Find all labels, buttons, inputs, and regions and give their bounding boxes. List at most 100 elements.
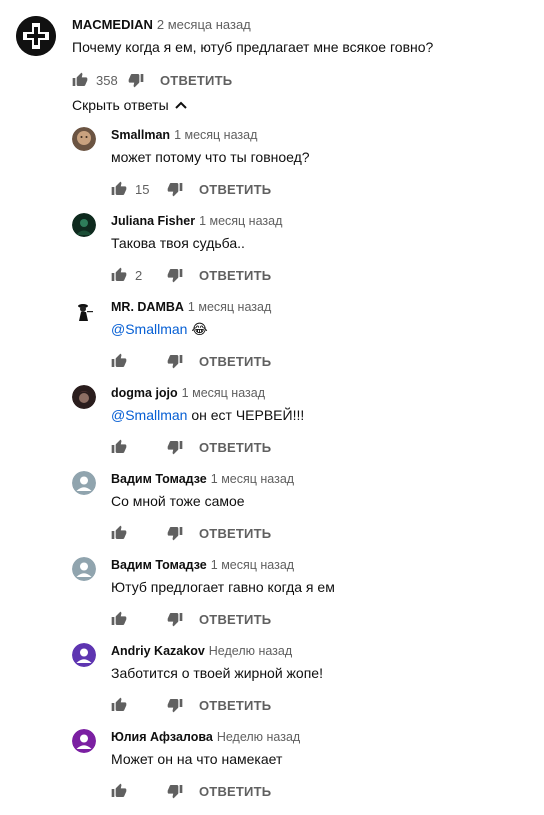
avatar[interactable] [72,213,96,237]
avatar[interactable] [72,471,96,495]
author-name[interactable]: Andriy Kazakov [111,644,205,658]
reply-button[interactable]: ОТВЕТИТЬ [199,784,271,799]
reply-button[interactable]: ОТВЕТИТЬ [199,182,271,197]
reply-item: Andriy Kazakov Неделю назад Заботится о т… [0,643,544,729]
user-photo-icon [72,213,96,237]
thumb-down-icon[interactable] [167,353,183,369]
comment-header: Вадим Томадзе 1 месяц назад [111,558,294,572]
timestamp[interactable]: Неделю назад [209,644,292,658]
avatar[interactable] [72,643,96,667]
reply-button[interactable]: ОТВЕТИТЬ [199,612,271,627]
thumb-down-icon[interactable] [167,525,183,541]
comment-text: Такова твоя судьба.. [111,235,245,251]
reply-item: MR. DAMBA 1 месяц назад @Smallman 😂 ОТВЕТ… [0,299,544,385]
thumb-up-icon[interactable] [111,697,127,713]
thumb-down-icon[interactable] [167,783,183,799]
comment-header: MR. DAMBA 1 месяц назад [111,300,271,314]
user-avatar-icon [72,471,96,495]
gamepad-cross-icon [16,16,56,56]
timestamp[interactable]: 1 месяц назад [199,214,282,228]
comment-header: Smallman 1 месяц назад [111,128,257,142]
comment-header: MACMEDIAN 2 месяца назад [72,17,251,32]
thumb-down-icon[interactable] [167,439,183,455]
timestamp[interactable]: Неделю назад [217,730,300,744]
user-avatar-icon [72,557,96,581]
reply-button[interactable]: ОТВЕТИТЬ [199,354,271,369]
reply-button[interactable]: ОТВЕТИТЬ [160,73,232,88]
thumb-down-icon[interactable] [167,267,183,283]
comment-actions: ОТВЕТИТЬ [111,782,271,800]
avatar[interactable] [72,729,96,753]
thumb-up-icon[interactable] [111,525,127,541]
like-count: 358 [96,72,118,88]
thumb-down-icon[interactable] [167,697,183,713]
comment-text: Со мной тоже самое [111,493,245,509]
author-name[interactable]: dogma jojo [111,386,178,400]
author-name[interactable]: MR. DAMBA [111,300,184,314]
timestamp[interactable]: 2 месяца назад [157,17,251,32]
reply-button[interactable]: ОТВЕТИТЬ [199,526,271,541]
comment-actions: ОТВЕТИТЬ [111,352,271,370]
comment-header: Вадим Томадзе 1 месяц назад [111,472,294,486]
comment-body: Может он на что намекает [111,751,283,767]
author-name[interactable]: Juliana Fisher [111,214,195,228]
author-name[interactable]: MACMEDIAN [72,17,153,32]
thumb-up-icon[interactable] [72,72,88,88]
thumb-down-icon[interactable] [167,611,183,627]
like-count: 15 [135,181,150,197]
thumb-up-icon[interactable] [111,783,127,799]
reply-item: Юлия Афзалова Неделю назад Может он на чт… [0,729,544,815]
timestamp[interactable]: 1 месяц назад [211,558,294,572]
thumb-down-icon[interactable] [128,72,144,88]
comment-header: Юлия Афзалова Неделю назад [111,730,300,744]
mention-link[interactable]: @Smallman [111,321,187,337]
reply-item: dogma jojo 1 месяц назад @Smallman он ест… [0,385,544,471]
thumb-up-icon[interactable] [111,439,127,455]
timestamp[interactable]: 1 месяц назад [211,472,294,486]
avatar[interactable] [72,127,96,151]
thumb-up-icon[interactable] [111,267,127,283]
thumb-up-icon[interactable] [111,181,127,197]
comment-body: Со мной тоже самое [111,493,245,509]
like-count: 2 [135,267,143,283]
thumb-down-icon[interactable] [167,181,183,197]
author-name[interactable]: Smallman [111,128,170,142]
author-name[interactable]: Вадим Томадзе [111,558,207,572]
comment-header: Juliana Fisher 1 месяц назад [111,214,282,228]
comment-actions: 358 ОТВЕТИТЬ [72,70,232,90]
comment-header: Andriy Kazakov Неделю назад [111,644,292,658]
comment-text: Почему когда я ем, ютуб предлагает мне в… [72,39,434,55]
thumb-up-icon[interactable] [111,353,127,369]
comment-actions: 2 ОТВЕТИТЬ [111,266,271,284]
author-name[interactable]: Юлия Афзалова [111,730,213,744]
thumb-up-icon[interactable] [111,611,127,627]
comment-text: @Smallman 😂 [111,321,208,338]
timestamp[interactable]: 1 месяц назад [174,128,257,142]
comment-body: 😂 [187,321,208,337]
reply-button[interactable]: ОТВЕТИТЬ [199,440,271,455]
comment-body: может потому что ты говноед? [111,149,310,165]
hide-replies-label: Скрыть ответы [72,97,169,113]
author-name[interactable]: Вадим Томадзе [111,472,207,486]
avatar[interactable] [72,557,96,581]
reply-item: Вадим Томадзе 1 месяц назад Со мной тоже … [0,471,544,557]
timestamp[interactable]: 1 месяц назад [188,300,271,314]
comment-text: Заботится о твоей жирной жопе! [111,665,323,681]
user-avatar-icon [72,643,96,667]
mention-link[interactable]: @Smallman [111,407,187,423]
comment-text: может потому что ты говноед? [111,149,310,165]
avatar[interactable] [72,385,96,409]
user-photo-icon [72,299,96,323]
reply-button[interactable]: ОТВЕТИТЬ [199,698,271,713]
comment-text: Может он на что намекает [111,751,282,767]
hide-replies-button[interactable]: Скрыть ответы [72,97,187,113]
comment-actions: 15 ОТВЕТИТЬ [111,180,271,198]
avatar[interactable] [16,16,56,56]
top-comment: MACMEDIAN 2 месяца назад Почему когда я е… [0,0,544,110]
user-photo-icon [72,385,96,409]
reply-item: Вадим Томадзе 1 месяц назад Ютуб предлога… [0,557,544,643]
reply-button[interactable]: ОТВЕТИТЬ [199,268,271,283]
comment-body: Такова твоя судьба.. [111,235,245,251]
timestamp[interactable]: 1 месяц назад [182,386,265,400]
avatar[interactable] [72,299,96,323]
